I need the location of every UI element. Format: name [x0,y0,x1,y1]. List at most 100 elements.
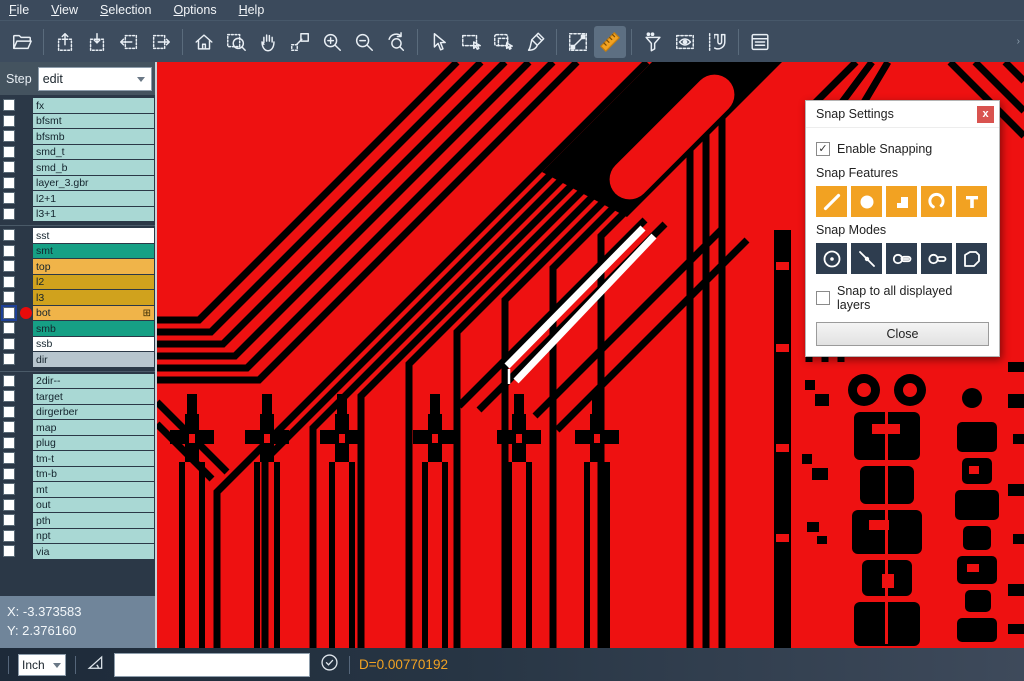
layer-visibility-checkbox[interactable] [3,483,15,495]
layer-row-sst[interactable]: sst [0,228,155,243]
shift-left-button[interactable] [113,26,145,58]
layer-visibility-checkbox[interactable] [3,406,15,418]
layer-visibility-checkbox[interactable] [3,192,15,204]
measure-ruler-button[interactable] [594,26,626,58]
layer-visibility-checkbox[interactable] [3,260,15,272]
layer-visibility-checkbox[interactable] [3,146,15,158]
home-view-button[interactable] [188,26,220,58]
open-file-button[interactable] [6,26,38,58]
menu-options[interactable]: Options [173,3,216,17]
snap-magnet-button[interactable] [701,26,733,58]
zoom-area-button[interactable] [220,26,252,58]
snap-feature-surface-button[interactable] [886,186,917,217]
layer-visibility-checkbox[interactable] [3,468,15,480]
layer-row-tm-b[interactable]: tm-b [0,467,155,482]
layer-row-bot[interactable]: bot⊞ [0,306,155,321]
snap-all-layers-checkbox[interactable] [816,291,830,305]
layer-row-dir[interactable]: dir [0,352,155,367]
layer-row-smd_t[interactable]: smd_t [0,145,155,160]
layer-row-dirgerber[interactable]: dirgerber [0,405,155,420]
select-group-button[interactable] [487,26,519,58]
measure-value-input[interactable] [114,653,310,677]
layer-row-l3+1[interactable]: l3+1 [0,207,155,222]
zoom-in-button[interactable] [316,26,348,58]
zoom-out-button[interactable] [348,26,380,58]
layer-row-bfsmb[interactable]: bfsmb [0,129,155,144]
snap-mode-contour-button[interactable] [956,243,987,274]
layer-row-l2+1[interactable]: l2+1 [0,191,155,206]
layer-visibility-checkbox[interactable] [3,208,15,220]
grid-icon[interactable]: ⊞ [143,308,151,319]
dialog-titlebar[interactable]: Snap Settings x [806,101,999,128]
layer-row-smd_b[interactable]: smd_b [0,160,155,175]
layer-visibility-checkbox[interactable] [3,530,15,542]
layer-visibility-checkbox[interactable] [3,322,15,334]
filter-button[interactable] [637,26,669,58]
confirm-circle-icon[interactable] [319,652,340,678]
unit-select[interactable]: Inch [18,654,66,676]
layer-visibility-checkbox[interactable] [3,245,15,257]
layer-row-smt[interactable]: smt [0,244,155,259]
snap-mode-center-button[interactable] [816,243,847,274]
layer-visibility-checkbox[interactable] [3,115,15,127]
snap-mode-pad-entry-button[interactable] [886,243,917,274]
layer-visibility-checkbox[interactable] [3,514,15,526]
angle-measure-icon[interactable] [85,652,105,677]
layer-visibility-checkbox[interactable] [3,276,15,288]
layer-row-out[interactable]: out [0,498,155,513]
layer-row-ssb[interactable]: ssb [0,337,155,352]
view-options-button[interactable] [669,26,701,58]
layer-visibility-checkbox[interactable] [3,338,15,350]
layer-row-target[interactable]: target [0,389,155,404]
layer-visibility-checkbox[interactable] [3,161,15,173]
enable-snapping-checkbox[interactable]: ✓ [816,142,830,156]
layer-visibility-checkbox[interactable] [3,452,15,464]
layer-visibility-checkbox[interactable] [3,545,15,557]
snap-mode-midpoint-button[interactable] [851,243,882,274]
snap-feature-text-button[interactable] [956,186,987,217]
layer-row-l3[interactable]: l3 [0,290,155,305]
toolbar-overflow-icon[interactable]: › [1017,36,1020,47]
import-top-button[interactable] [81,26,113,58]
layer-visibility-checkbox[interactable] [3,375,15,387]
layer-row-map[interactable]: map [0,420,155,435]
snap-feature-pad-button[interactable] [851,186,882,217]
layer-visibility-checkbox[interactable] [3,421,15,433]
close-button[interactable]: Close [816,322,989,346]
pcb-canvas[interactable]: Snap Settings x ✓ Enable Snapping Snap F… [157,62,1024,648]
layer-row-pth[interactable]: pth [0,513,155,528]
snap-all-layers-row[interactable]: Snap to all displayed layers [816,284,989,312]
layer-row-bfsmt[interactable]: bfsmt [0,114,155,129]
select-rect-button[interactable] [455,26,487,58]
layer-row-2dir--[interactable]: 2dir-- [0,374,155,389]
layer-row-l2[interactable]: l2 [0,275,155,290]
layer-visibility-checkbox[interactable] [3,437,15,449]
layer-row-top[interactable]: top [0,259,155,274]
close-icon[interactable]: x [977,106,994,123]
layer-row-layer_3.gbr[interactable]: layer_3.gbr [0,176,155,191]
snap-feature-line-button[interactable] [816,186,847,217]
draw-line-button[interactable] [562,26,594,58]
shift-right-button[interactable] [145,26,177,58]
layer-visibility-checkbox[interactable] [3,353,15,365]
snap-mode-pad-outline-button[interactable] [921,243,952,274]
layer-visibility-checkbox[interactable] [3,291,15,303]
menu-view[interactable]: View [51,3,78,17]
layer-row-tm-t[interactable]: tm-t [0,451,155,466]
snap-feature-arc-button[interactable] [921,186,952,217]
layer-visibility-checkbox[interactable] [3,499,15,511]
layer-visibility-checkbox[interactable] [3,390,15,402]
zoom-reset-button[interactable] [380,26,412,58]
layer-visibility-checkbox[interactable] [3,130,15,142]
layer-row-mt[interactable]: mt [0,482,155,497]
menu-selection[interactable]: Selection [100,3,151,17]
layer-visibility-checkbox[interactable] [3,229,15,241]
clean-brush-button[interactable] [519,26,551,58]
layer-visibility-checkbox[interactable] [3,307,15,319]
enable-snapping-row[interactable]: ✓ Enable Snapping [816,142,989,156]
layer-row-smb[interactable]: smb [0,321,155,336]
layer-visibility-checkbox[interactable] [3,99,15,111]
menu-file[interactable]: File [9,3,29,17]
step-select[interactable]: edit [38,67,152,91]
layer-row-npt[interactable]: npt [0,529,155,544]
